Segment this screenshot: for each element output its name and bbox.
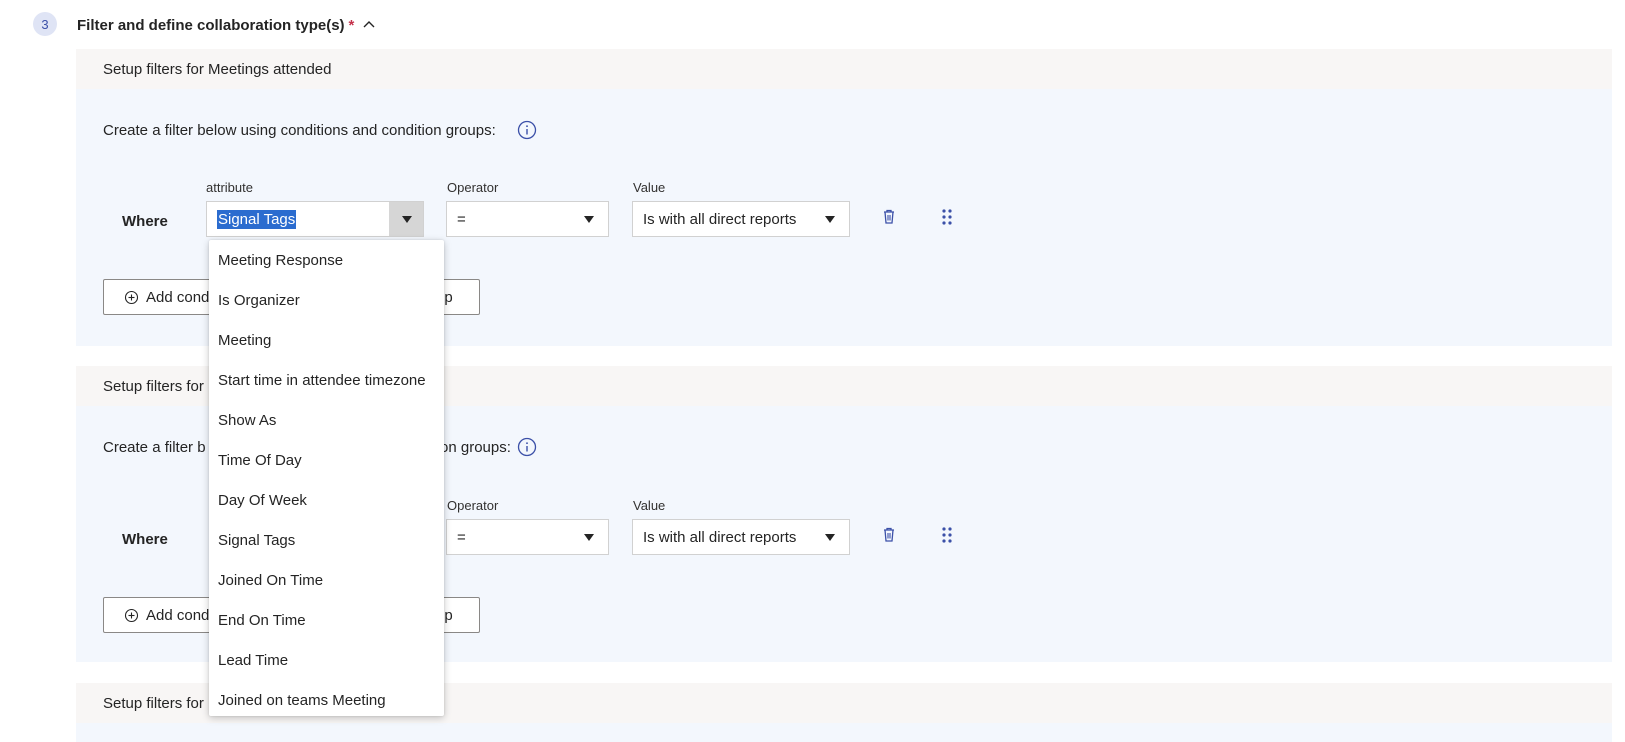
caret-down-icon: [825, 534, 835, 541]
section-header-title: Setup filters for Meetings attended: [103, 61, 332, 78]
dropdown-option[interactable]: End On Time: [209, 600, 444, 640]
value-select[interactable]: Is with all direct reports: [632, 201, 850, 237]
caret-down-icon: [402, 216, 412, 223]
plus-circle-icon: [124, 608, 139, 623]
section-header-title: Setup filters for: [103, 378, 204, 395]
required-mark: *: [348, 17, 355, 34]
operator-select[interactable]: =: [446, 519, 609, 555]
operator-select[interactable]: =: [446, 201, 609, 237]
step-number-badge: 3: [33, 12, 57, 36]
section-header-meetings: Setup filters for Meetings attended: [76, 49, 1612, 89]
drag-handle-icon[interactable]: [937, 525, 957, 545]
add-condition-label: Add cond: [146, 607, 210, 624]
operator-label: Operator: [447, 498, 499, 513]
section-body-emails: [76, 723, 1612, 742]
plus-circle-icon: [124, 290, 139, 305]
dropdown-option[interactable]: Meeting: [209, 320, 444, 360]
trash-icon[interactable]: [879, 525, 899, 545]
value-select-value: Is with all direct reports: [643, 529, 797, 546]
operator-select-value: =: [457, 211, 466, 228]
dropdown-option[interactable]: Start time in attendee timezone: [209, 360, 444, 400]
dropdown-option[interactable]: Joined on teams Meeting: [209, 680, 444, 720]
attribute-dropdown-menu: Meeting Response Is Organizer Meeting St…: [209, 240, 444, 716]
caret-down-icon: [825, 216, 835, 223]
operator-select-value: =: [457, 529, 466, 546]
dropdown-option[interactable]: Signal Tags: [209, 520, 444, 560]
where-label: Where: [122, 213, 168, 230]
attribute-label: attribute: [206, 180, 253, 195]
value-label: Value: [633, 498, 666, 513]
value-select[interactable]: Is with all direct reports: [632, 519, 850, 555]
attribute-select[interactable]: Signal Tags: [206, 201, 424, 237]
caret-down-icon: [584, 534, 594, 541]
value-label: Value: [633, 180, 666, 195]
step-title: Filter and define collaboration type(s) *: [77, 17, 354, 34]
dropdown-option[interactable]: Joined On Time: [209, 560, 444, 600]
operator-label: Operator: [447, 180, 499, 195]
dropdown-option[interactable]: Lead Time: [209, 640, 444, 680]
dropdown-option[interactable]: Meeting Response: [209, 240, 444, 280]
caret-down-icon: [584, 216, 594, 223]
chevron-up-icon[interactable]: [362, 18, 376, 32]
dropdown-option[interactable]: Day Of Week: [209, 480, 444, 520]
create-filter-label: Create a filter b: [103, 439, 206, 456]
step-title-text: Filter and define collaboration type(s): [77, 17, 345, 34]
attribute-select-value: Signal Tags: [217, 210, 297, 229]
create-filter-label: Create a filter below using conditions a…: [103, 122, 496, 139]
dropdown-option[interactable]: Show As: [209, 400, 444, 440]
add-condition-label: Add cond: [146, 289, 210, 306]
attribute-selected-text: Signal Tags: [217, 210, 297, 229]
value-select-value: Is with all direct reports: [643, 211, 797, 228]
trash-icon[interactable]: [879, 207, 899, 227]
where-label: Where: [122, 531, 168, 548]
dropdown-option[interactable]: Time Of Day: [209, 440, 444, 480]
dropdown-option[interactable]: Is Organizer: [209, 280, 444, 320]
info-icon[interactable]: [517, 437, 537, 457]
info-icon[interactable]: [517, 120, 537, 140]
drag-handle-icon[interactable]: [937, 207, 957, 227]
create-filter-label-tail: on groups:: [440, 439, 511, 456]
